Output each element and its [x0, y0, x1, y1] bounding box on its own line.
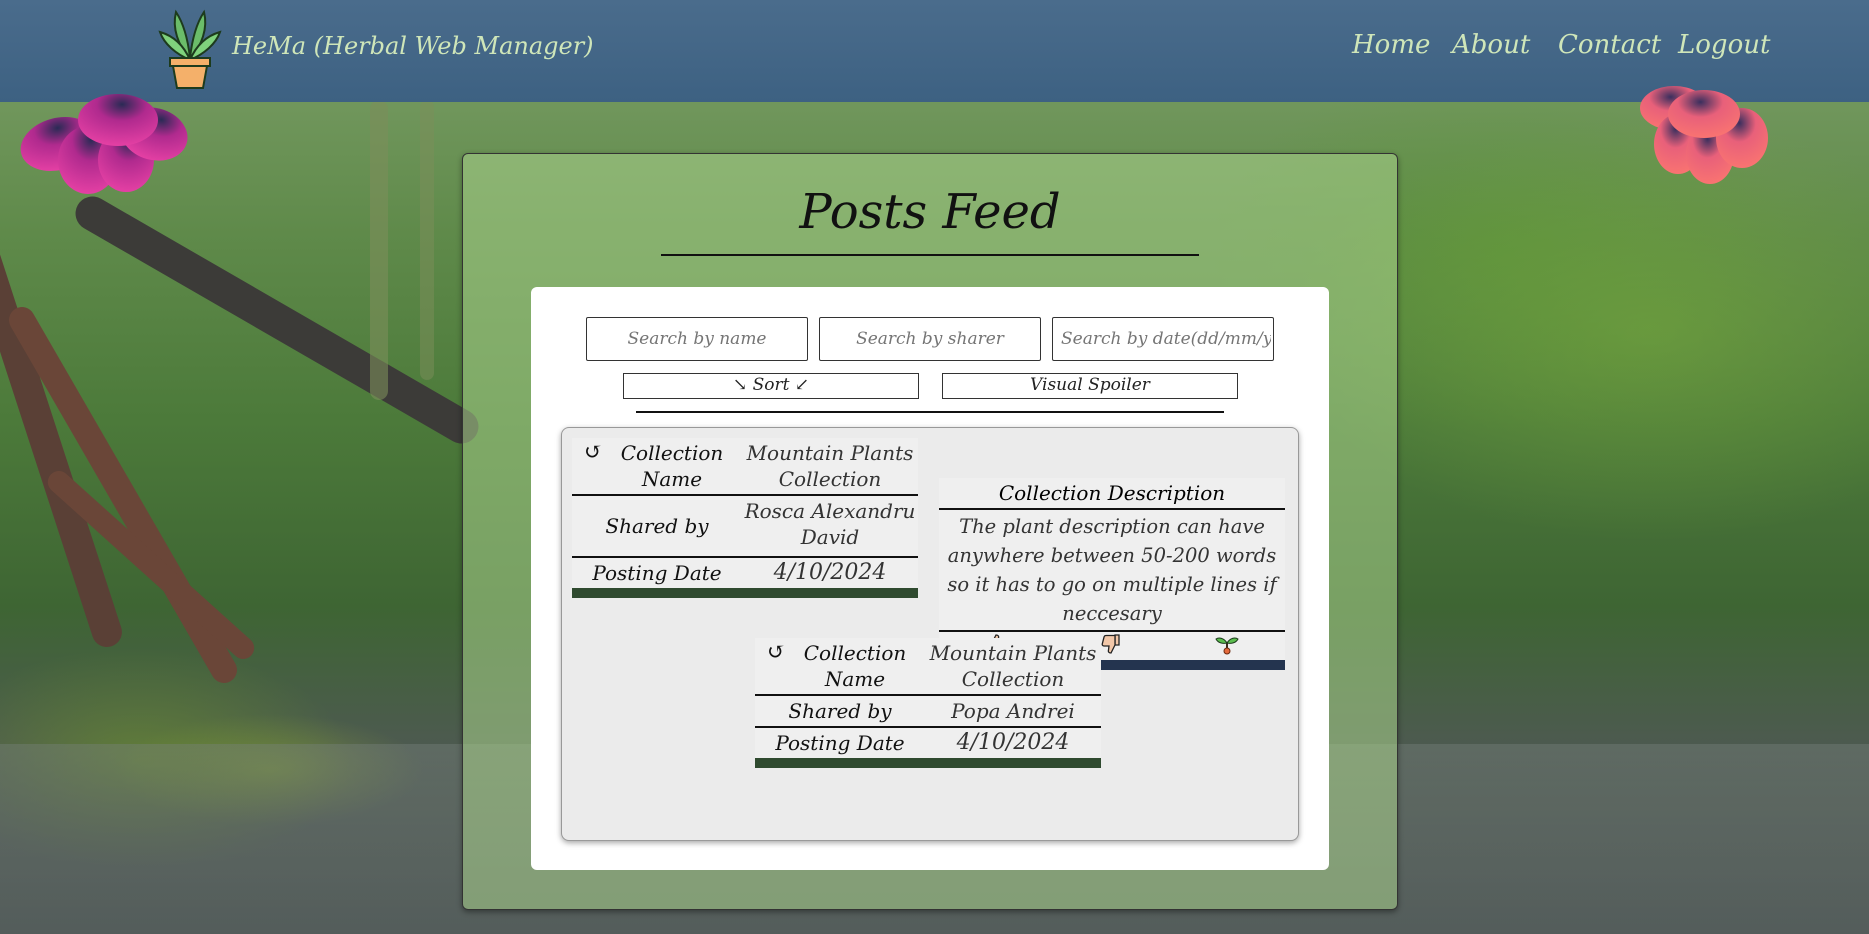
feed-card: ↘ Sort ↙ Visual Spoiler ↺ Collection Name…: [531, 287, 1329, 870]
search-by-sharer-input[interactable]: [819, 317, 1041, 361]
search-by-name-input[interactable]: [586, 317, 808, 361]
thumbs-down-icon[interactable]: [1100, 633, 1122, 659]
posting-date-value: 4/10/2024: [773, 560, 887, 585]
post-row-posting-date: Posting Date 4/10/2024: [755, 728, 1101, 758]
title-divider: [661, 254, 1199, 256]
posts-list: ↺ Collection Name Mountain Plants Collect…: [561, 427, 1299, 841]
post-card[interactable]: ↺ Collection Name Mountain Plants Collect…: [755, 638, 1101, 768]
collection-name-label: Collection Name: [803, 641, 907, 691]
sort-button[interactable]: ↘ Sort ↙: [623, 373, 919, 399]
post-row-shared-by: Shared by Rosca Alexandru David: [572, 496, 918, 558]
posts-feed-panel: Posts Feed ↘ Sort ↙ Visual Spoiler ↺ Coll…: [462, 153, 1398, 910]
post-card[interactable]: ↺ Collection Name Mountain Plants Collect…: [572, 438, 918, 598]
posting-date-value: 4/10/2024: [956, 730, 1070, 755]
nav-about-link[interactable]: About: [1452, 30, 1530, 60]
refresh-icon[interactable]: ↺: [767, 640, 785, 666]
nav-home-link[interactable]: Home: [1352, 30, 1430, 60]
post-accent-bar: [755, 758, 1101, 768]
potted-plant-logo-icon[interactable]: [158, 6, 222, 90]
coral-flower-decoration-icon: [1638, 80, 1774, 190]
shared-by-value: Rosca Alexandru David: [744, 499, 916, 549]
top-navigation-bar: HeMa (Herbal Web Manager) Home About Con…: [0, 0, 1869, 102]
collection-name-label: Collection Name: [620, 441, 724, 491]
pink-flower-decoration-icon: [18, 84, 190, 202]
posting-date-label: Posting Date: [775, 731, 905, 755]
shared-by-label: Shared by: [605, 514, 709, 538]
posting-date-label: Posting Date: [592, 561, 722, 585]
description-text: The plant description can have anywhere …: [939, 510, 1285, 632]
refresh-icon[interactable]: ↺: [584, 440, 602, 466]
shared-by-label: Shared by: [788, 699, 892, 723]
visual-spoiler-button[interactable]: Visual Spoiler: [942, 373, 1238, 399]
description-title: Collection Description: [939, 478, 1285, 510]
post-row-shared-by: Shared by Popa Andrei: [755, 696, 1101, 728]
search-by-date-input[interactable]: [1052, 317, 1274, 361]
post-row-collection: ↺ Collection Name Mountain Plants Collect…: [572, 438, 918, 496]
controls-divider: [636, 411, 1224, 413]
post-row-posting-date: Posting Date 4/10/2024: [572, 558, 918, 588]
page-title: Posts Feed: [799, 184, 1061, 240]
nav-contact-link[interactable]: Contact: [1558, 30, 1661, 60]
brand-title[interactable]: HeMa (Herbal Web Manager): [232, 32, 594, 60]
shared-by-value: Popa Andrei: [951, 699, 1075, 723]
nav-logout-link[interactable]: Logout: [1678, 30, 1770, 60]
post-accent-bar: [572, 588, 918, 598]
post-row-collection: ↺ Collection Name Mountain Plants Collect…: [755, 638, 1101, 696]
sprout-icon[interactable]: [1214, 632, 1239, 660]
collection-name-value: Mountain Plants Collection: [746, 441, 914, 491]
collection-name-value: Mountain Plants Collection: [929, 641, 1097, 691]
